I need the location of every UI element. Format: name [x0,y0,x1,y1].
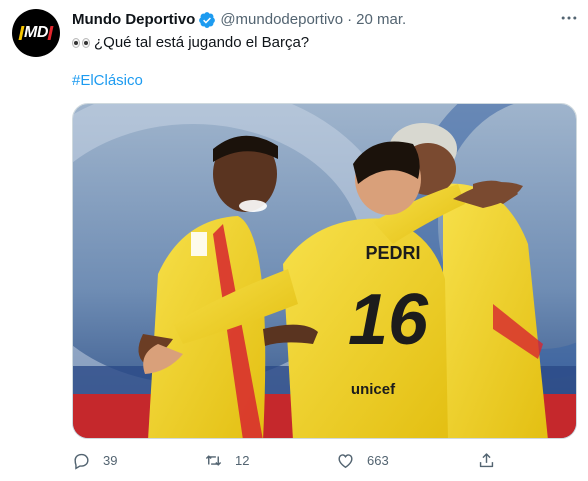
tweet-header: Mundo Deportivo @mundodeportivo · 20 mar… [72,10,406,30]
author-name[interactable]: Mundo Deportivo [72,10,195,30]
retweet-button[interactable]: 12 [204,451,249,470]
reply-icon [74,453,89,470]
share-icon [479,453,494,468]
tweet-text: ¿Qué tal está jugando el Barça? [72,33,309,53]
eyes-emoji-icon [72,38,90,49]
reply-button[interactable]: 39 [72,451,117,470]
tweet-actions: 39 12 663 [72,451,512,473]
photo-sponsor: unicef [351,381,396,398]
photo-player-name: PEDRI [365,243,420,263]
verified-badge-icon [199,12,216,28]
share-button[interactable] [477,451,496,470]
like-button[interactable]: 663 [336,451,389,470]
separator-dot: · [347,11,353,28]
retweet-icon [205,455,222,466]
md-logo: MD [18,24,54,42]
photo-player-number: 16 [348,280,429,360]
author-handle[interactable]: @mundodeportivo [220,10,343,30]
retweet-count: 12 [235,453,250,468]
more-icon[interactable] [558,8,580,30]
avatar[interactable]: MD [12,9,60,57]
like-icon [338,454,353,469]
like-count: 663 [367,453,389,468]
reply-count: 39 [103,453,118,468]
hashtag-link[interactable]: #ElClásico [72,71,143,91]
tweet-photo[interactable]: PEDRI 16 unicef [72,103,577,439]
tweet-text-body: ¿Qué tal está jugando el Barça? [94,34,310,51]
tweet-timestamp[interactable]: 20 mar. [356,10,406,30]
tweet[interactable]: MD Mundo Deportivo @mundodeportivo · 20 … [0,0,588,481]
photo-players-celebrating: PEDRI 16 unicef [73,104,576,438]
